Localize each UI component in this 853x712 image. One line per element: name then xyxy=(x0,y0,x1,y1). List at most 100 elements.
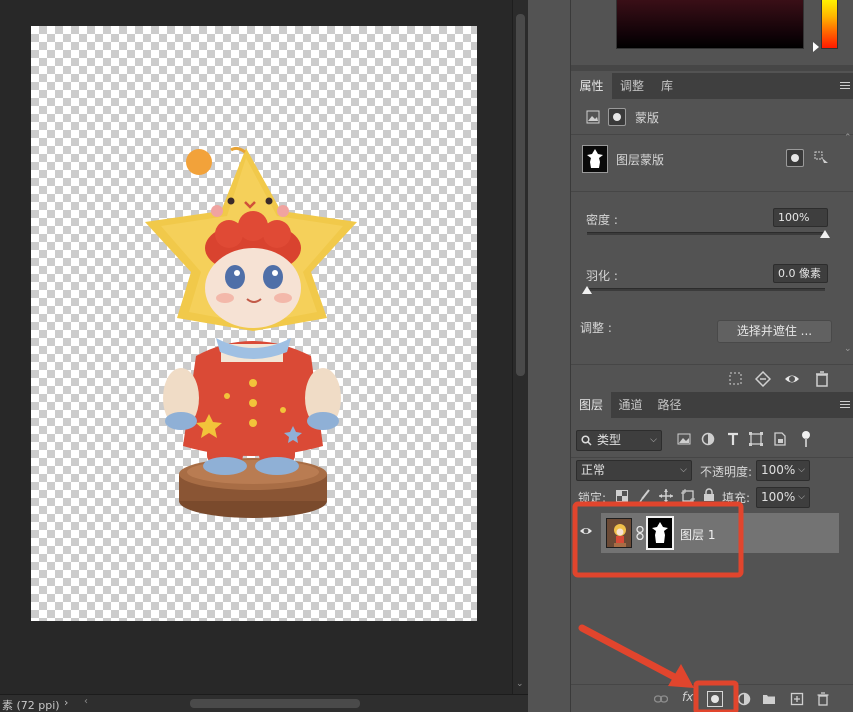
pixel-filter-icon[interactable] xyxy=(677,432,691,446)
chevron-down-icon: ⌵ xyxy=(798,465,805,475)
fill-field[interactable]: 100% ⌵ xyxy=(756,487,810,508)
panel-divider xyxy=(571,65,853,71)
apply-mask-icon[interactable] xyxy=(755,371,771,387)
select-and-mask-button[interactable]: 选择并遮住 ... xyxy=(717,320,832,343)
layer-row-layer-1[interactable]: 图层 1 xyxy=(601,513,839,553)
chevron-down-icon: ⌵ xyxy=(798,492,805,502)
color-cursor-marker[interactable] xyxy=(813,42,819,52)
blend-options-row: 正常 ⌵ 不透明度: 100% ⌵ xyxy=(571,457,853,483)
properties-tab-bar: 属性 调整 库 xyxy=(571,73,853,99)
canvas-vertical-scrollbar[interactable]: ⌄ xyxy=(512,0,528,694)
lock-position-icon[interactable] xyxy=(659,489,673,503)
color-saturation-field[interactable] xyxy=(616,0,804,49)
layers-list-empty-area xyxy=(571,560,853,684)
layer-mask-property-row: 图层蒙版 xyxy=(571,136,853,192)
fill-value: 100% xyxy=(761,490,796,504)
layer-filter-value: 类型 xyxy=(597,433,622,447)
scroll-down-arrow-icon[interactable]: ⌄ xyxy=(516,679,524,689)
opacity-field[interactable]: 100% ⌵ xyxy=(756,460,810,481)
trash-icon[interactable] xyxy=(814,371,830,387)
search-icon xyxy=(581,435,592,446)
canvas-horizontal-scroll-thumb[interactable] xyxy=(190,699,360,708)
tab-paths[interactable]: 路径 xyxy=(650,392,689,418)
fill-label: 填充: xyxy=(722,491,751,505)
properties-footer xyxy=(571,364,853,391)
shape-filter-icon[interactable] xyxy=(749,432,763,446)
lock-options-row: 锁定: 填充: 100% ⌵ xyxy=(571,484,853,510)
layer-style-fx-button[interactable]: fx xyxy=(682,690,696,704)
properties-scroll-down-icon[interactable]: ⌄ xyxy=(844,344,852,354)
link-layers-icon[interactable] xyxy=(654,692,668,706)
vector-mask-icon[interactable] xyxy=(814,150,830,166)
select-mask-icon[interactable] xyxy=(786,149,804,167)
opacity-value: 100% xyxy=(761,463,796,477)
tab-layers[interactable]: 图层 xyxy=(571,392,611,418)
document-canvas[interactable] xyxy=(31,26,477,621)
layers-footer-toolbar: fx xyxy=(571,684,853,712)
lock-artboard-icon[interactable] xyxy=(681,489,695,503)
layer-name[interactable]: 图层 1 xyxy=(680,526,715,543)
layer-thumbnail-figure-icon xyxy=(607,519,631,547)
layer-visibility-eye-icon[interactable] xyxy=(579,525,593,537)
new-layer-icon[interactable] xyxy=(790,692,804,706)
status-info-chevron-icon[interactable]: › xyxy=(64,696,68,709)
properties-scrollbar[interactable]: ⌃ ⌄ xyxy=(843,133,853,364)
chevron-down-icon: ⌵ xyxy=(650,435,657,445)
canvas-vertical-scroll-thumb[interactable] xyxy=(516,14,525,376)
color-hue-slider[interactable] xyxy=(821,0,838,49)
new-adjustment-layer-icon[interactable] xyxy=(737,692,751,706)
lock-all-icon[interactable] xyxy=(703,488,715,502)
properties-scroll-up-icon[interactable]: ⌃ xyxy=(844,133,852,143)
filter-toggle-icon[interactable] xyxy=(801,430,811,448)
lock-transparent-pixels-icon[interactable] xyxy=(616,490,628,502)
canvas-horizontal-scrollbar[interactable]: ‹ xyxy=(82,696,512,710)
feather-slider-thumb[interactable] xyxy=(582,286,592,294)
mask-link-chain-icon[interactable] xyxy=(636,526,644,540)
mask-mode-label: 蒙版 xyxy=(635,111,660,125)
mask-silhouette-icon xyxy=(587,149,603,168)
feather-label: 羽化 : xyxy=(586,269,618,283)
layer-mask-thumbnail-small[interactable] xyxy=(646,516,674,550)
density-slider-thumb[interactable] xyxy=(820,230,830,238)
feather-slider-track[interactable] xyxy=(587,288,825,291)
pixel-layer-icon[interactable] xyxy=(586,110,600,124)
tab-channels[interactable]: 通道 xyxy=(611,392,650,418)
tab-adjustments[interactable]: 调整 xyxy=(612,73,652,99)
document-info-text: 素 (72 ppi) xyxy=(2,699,60,712)
delete-layer-trash-icon[interactable] xyxy=(816,692,830,706)
document-canvas-area[interactable]: ⌄ 素 (72 ppi) › ‹ xyxy=(0,0,528,712)
layers-panel-menu-icon[interactable] xyxy=(840,401,850,409)
tab-libraries[interactable]: 库 xyxy=(652,73,682,99)
load-selection-icon[interactable] xyxy=(728,371,744,387)
tab-properties[interactable]: 属性 xyxy=(571,73,612,99)
toy-figure-image xyxy=(145,146,357,518)
density-slider-track[interactable] xyxy=(587,232,825,235)
properties-mode-row: 蒙版 xyxy=(571,99,853,135)
mask-silhouette-icon xyxy=(652,522,668,543)
right-panel-dock: 属性 调整 库 蒙版 图层蒙版 密度 : 100% 羽化: 0.0 像素 调整… xyxy=(571,0,853,712)
scroll-left-arrow-icon[interactable]: ‹ xyxy=(84,696,88,707)
lock-image-pixels-icon[interactable] xyxy=(639,489,651,503)
status-bar: 素 (72 ppi) › ‹ xyxy=(0,694,528,712)
density-label: 密度 : xyxy=(586,213,618,227)
mask-mode-icon[interactable] xyxy=(608,108,626,126)
lock-label: 锁定: xyxy=(578,491,607,505)
density-field[interactable]: 100% xyxy=(773,208,828,227)
feather-field[interactable]: 0.0 像素 xyxy=(773,264,828,283)
type-filter-icon[interactable] xyxy=(726,432,740,446)
adjustment-filter-icon[interactable] xyxy=(701,432,715,446)
layer-mask-title: 图层蒙版 xyxy=(616,153,665,167)
add-layer-mask-button[interactable] xyxy=(707,691,723,707)
layer-filter-dropdown[interactable]: 类型 ⌵ xyxy=(576,430,662,451)
blend-mode-dropdown[interactable]: 正常 ⌵ xyxy=(576,460,692,481)
layers-tab-bar: 图层 通道 路径 xyxy=(571,392,853,418)
opacity-label: 不透明度: xyxy=(700,465,753,479)
new-group-folder-icon[interactable] xyxy=(762,692,776,706)
properties-panel-menu-icon[interactable] xyxy=(840,82,850,90)
layer-mask-thumbnail[interactable] xyxy=(582,145,608,173)
smart-object-filter-icon[interactable] xyxy=(773,432,787,446)
eye-icon[interactable] xyxy=(784,371,800,387)
collapsed-panel-strip xyxy=(528,0,571,712)
layer-image-thumbnail[interactable] xyxy=(606,518,632,548)
adjust-label: 调整 : xyxy=(580,321,612,335)
